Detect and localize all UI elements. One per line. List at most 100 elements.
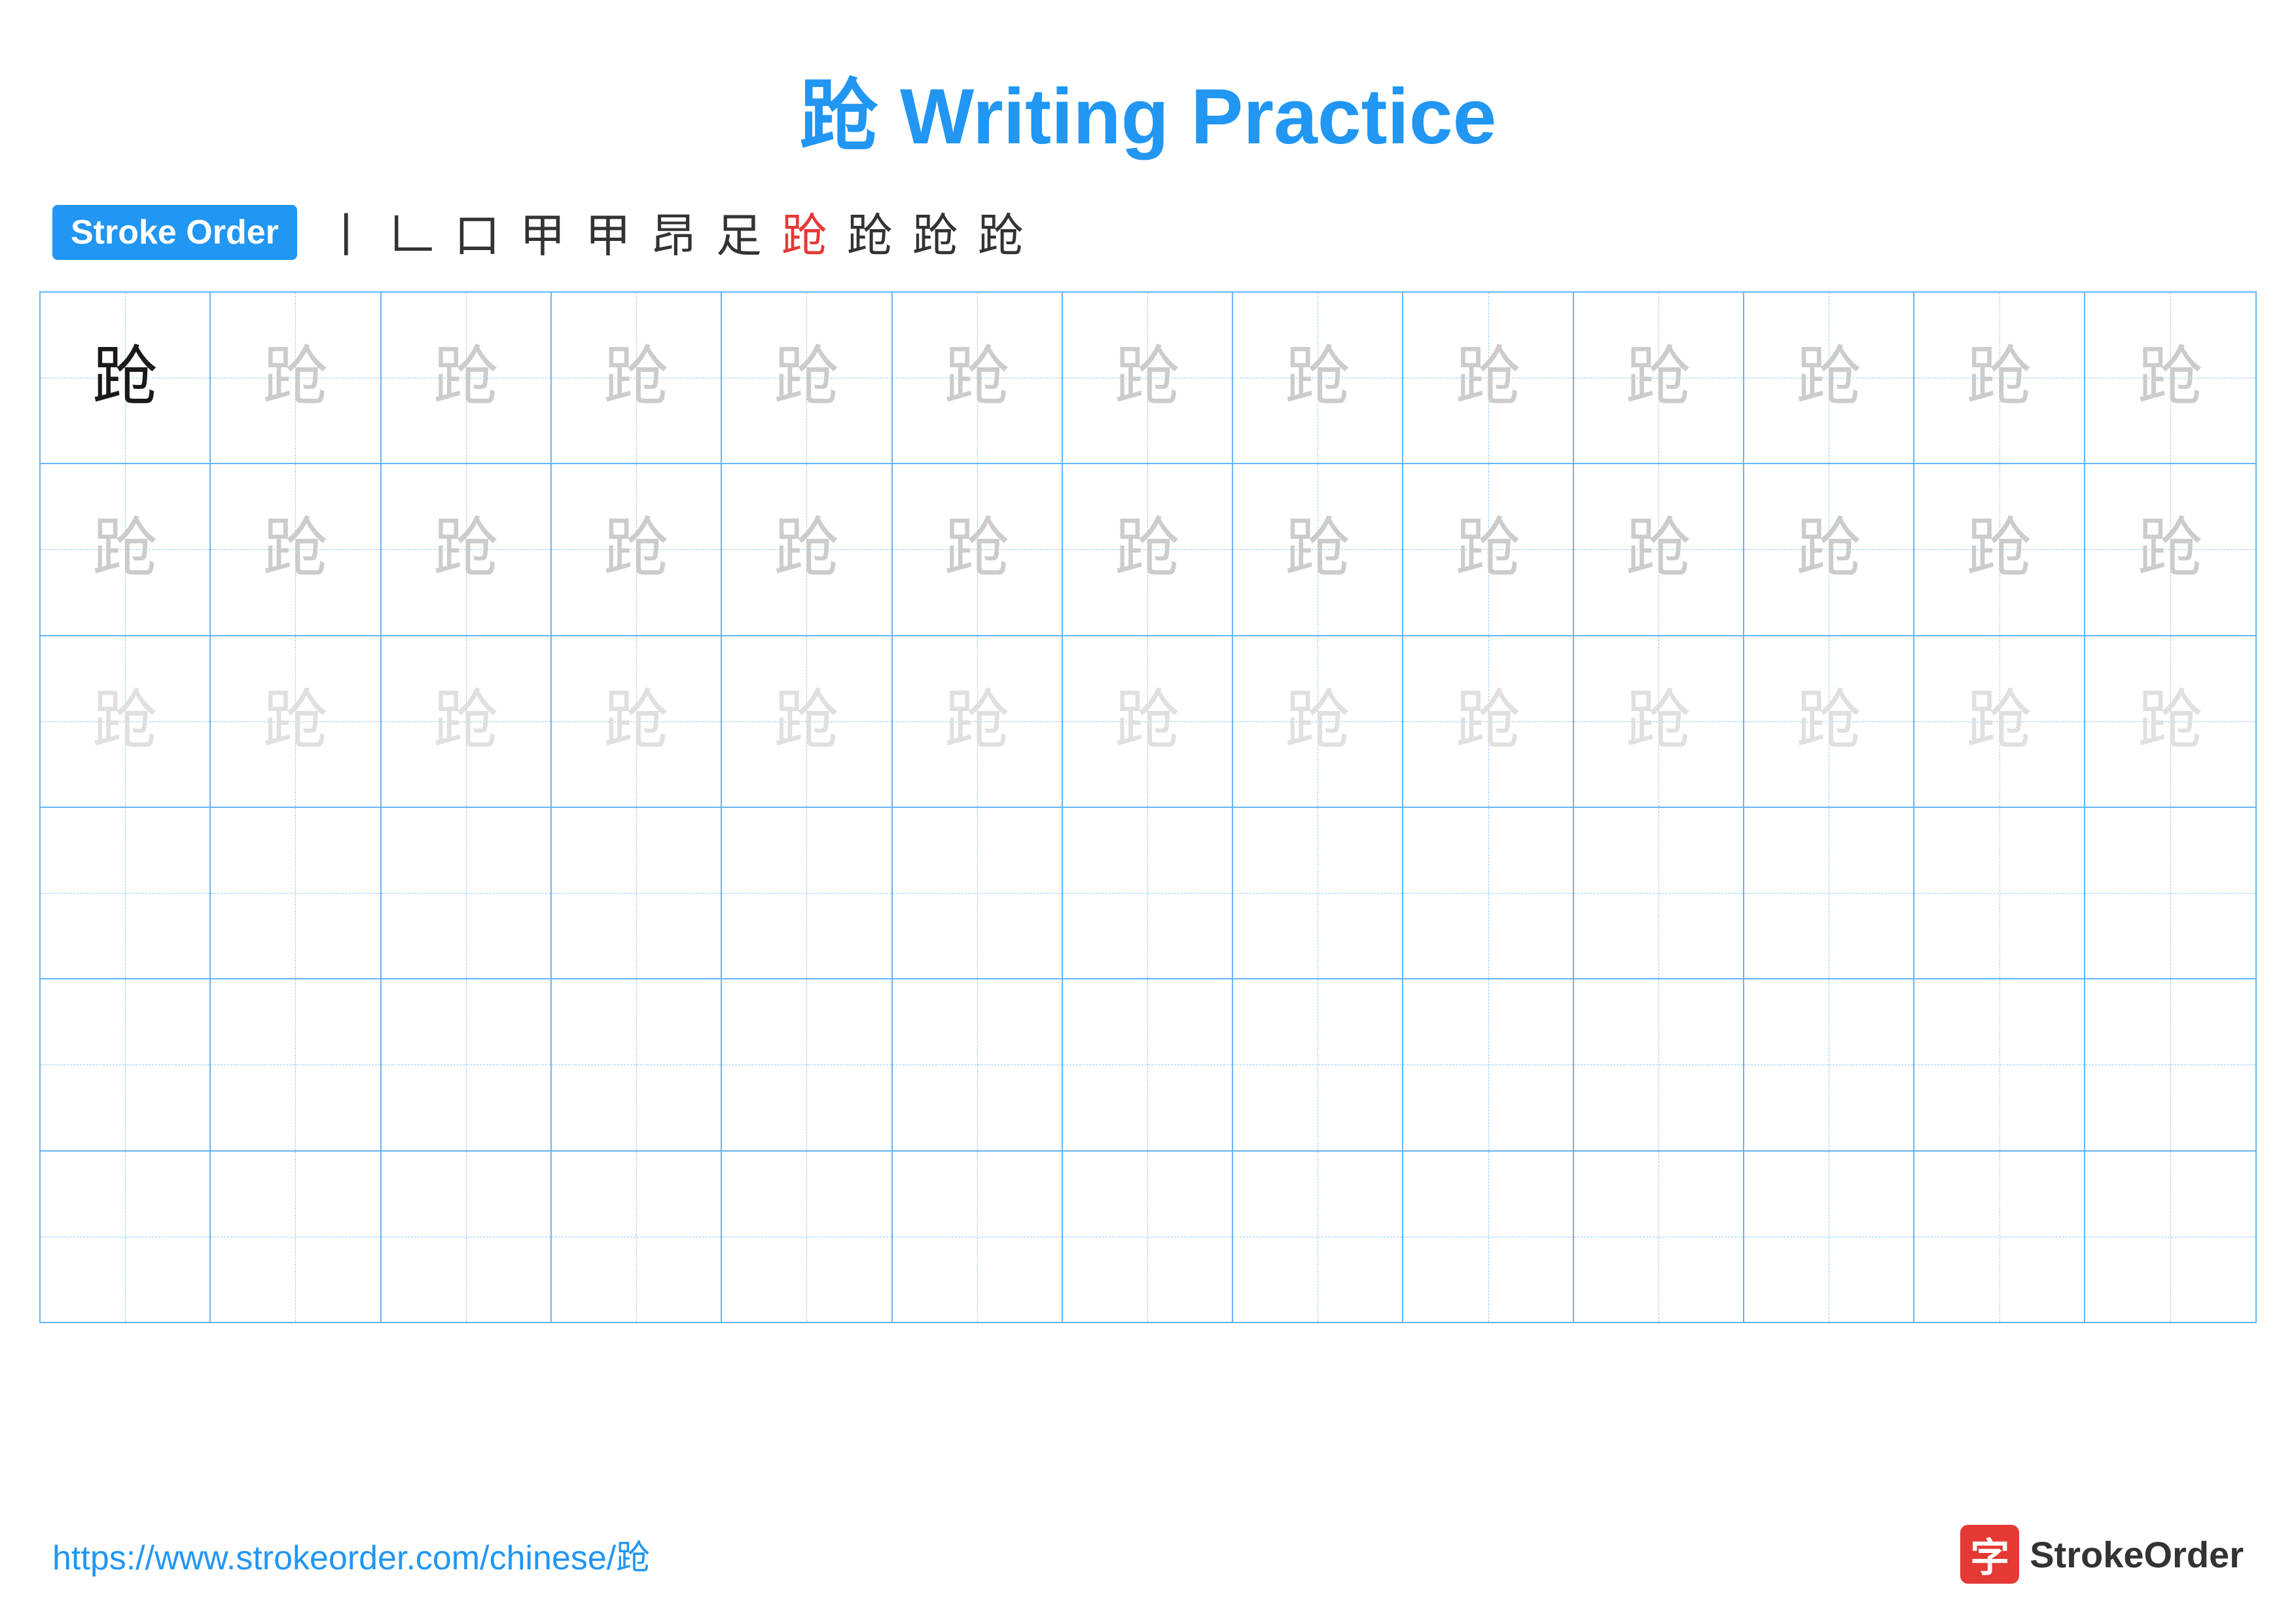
grid-cell[interactable] (1403, 979, 1573, 1150)
grid-cell[interactable]: 跄 (893, 293, 1063, 463)
footer-logo: 字 StrokeOrder (1960, 1525, 2244, 1584)
grid-cell[interactable]: 跄 (722, 636, 892, 807)
practice-char: 跄 (1796, 689, 1861, 754)
grid-cell[interactable] (1574, 1152, 1744, 1322)
grid-cell[interactable]: 跄 (1063, 636, 1233, 807)
grid-cell[interactable] (211, 1152, 381, 1322)
practice-char: 跄 (262, 689, 328, 754)
grid-cell[interactable] (552, 979, 722, 1150)
grid-cell[interactable] (1063, 808, 1233, 978)
grid-cell[interactable] (1574, 808, 1744, 978)
grid-row-5 (41, 979, 2255, 1151)
grid-cell[interactable]: 跄 (41, 636, 211, 807)
grid-cell[interactable] (382, 808, 552, 978)
grid-cell[interactable] (382, 979, 552, 1150)
grid-cell[interactable] (1403, 1152, 1573, 1322)
logo-text: StrokeOrder (2030, 1533, 2244, 1576)
grid-cell[interactable]: 跄 (211, 293, 381, 463)
grid-cell[interactable]: 跄 (1574, 464, 1744, 634)
grid-cell[interactable] (722, 1152, 892, 1322)
grid-row-4 (41, 808, 2255, 979)
grid-cell[interactable]: 跄 (722, 464, 892, 634)
grid-cell[interactable]: 跄 (1403, 293, 1573, 463)
grid-cell[interactable]: 跄 (552, 464, 722, 634)
stroke-3: 口 (454, 199, 500, 265)
grid-cell[interactable] (1063, 1152, 1233, 1322)
grid-cell[interactable]: 跄 (2085, 293, 2255, 463)
practice-char: 跄 (944, 689, 1010, 754)
practice-char: 跄 (1285, 517, 1350, 582)
grid-cell[interactable] (2085, 1152, 2255, 1322)
grid-row-1: 跄 跄 跄 跄 跄 跄 跄 跄 跄 跄 跄 跄 (41, 293, 2255, 464)
grid-cell[interactable]: 跄 (1063, 293, 1233, 463)
grid-cell[interactable]: 跄 (2085, 636, 2255, 807)
grid-cell[interactable]: 跄 (382, 464, 552, 634)
grid-cell[interactable]: 跄 (552, 636, 722, 807)
grid-cell[interactable]: 跄 (1574, 636, 1744, 807)
practice-char: 跄 (433, 689, 499, 754)
grid-cell[interactable] (41, 979, 211, 1150)
grid-cell[interactable]: 跄 (1744, 293, 1914, 463)
grid-cell[interactable] (893, 808, 1063, 978)
grid-cell[interactable]: 跄 (1233, 636, 1403, 807)
grid-cell[interactable] (1744, 808, 1914, 978)
grid-cell[interactable] (1233, 979, 1403, 1150)
grid-cell[interactable] (1914, 808, 2085, 978)
grid-cell[interactable]: 跄 (1233, 464, 1403, 634)
grid-cell[interactable] (1403, 808, 1573, 978)
grid-cell[interactable] (552, 1152, 722, 1322)
grid-cell[interactable]: 跄 (1744, 464, 1914, 634)
practice-char: 跄 (92, 689, 158, 754)
grid-cell[interactable] (1233, 1152, 1403, 1322)
grid-cell[interactable] (41, 1152, 211, 1322)
grid-cell[interactable]: 跄 (382, 636, 552, 807)
grid-cell[interactable]: 跄 (1914, 464, 2085, 634)
grid-cell[interactable]: 跄 (1744, 636, 1914, 807)
grid-cell[interactable] (893, 1152, 1063, 1322)
grid-cell[interactable]: 跄 (1403, 636, 1573, 807)
footer: https://www.strokeorder.com/chinese/跄 字 … (0, 1525, 2296, 1584)
grid-cell[interactable] (1914, 1152, 2085, 1322)
footer-url[interactable]: https://www.strokeorder.com/chinese/跄 (52, 1530, 650, 1579)
grid-cell[interactable] (2085, 979, 2255, 1150)
grid-cell[interactable] (722, 979, 892, 1150)
stroke-6: 昂 (651, 199, 696, 265)
grid-cell[interactable] (722, 808, 892, 978)
practice-char: 跄 (262, 345, 328, 410)
grid-cell[interactable]: 跄 (41, 293, 211, 463)
grid-cell[interactable] (893, 979, 1063, 1150)
grid-cell[interactable]: 跄 (382, 293, 552, 463)
grid-cell[interactable] (2085, 808, 2255, 978)
grid-cell[interactable] (552, 808, 722, 978)
grid-cell[interactable] (1744, 979, 1914, 1150)
practice-char: 跄 (1626, 517, 1691, 582)
grid-cell[interactable]: 跄 (1063, 464, 1233, 634)
grid-cell[interactable]: 跄 (1403, 464, 1573, 634)
title-char: 跄 (800, 73, 878, 160)
grid-cell[interactable] (1914, 979, 2085, 1150)
grid-cell[interactable] (1744, 1152, 1914, 1322)
grid-cell[interactable]: 跄 (722, 293, 892, 463)
stroke-2: 𠃊 (389, 199, 435, 265)
grid-cell[interactable]: 跄 (893, 464, 1063, 634)
grid-cell[interactable]: 跄 (2085, 464, 2255, 634)
grid-cell[interactable]: 跄 (41, 464, 211, 634)
grid-cell[interactable] (41, 808, 211, 978)
practice-char: 跄 (262, 517, 328, 582)
grid-cell[interactable]: 跄 (1233, 293, 1403, 463)
stroke-sequence: 丨 𠃊 口 甲 甲 昂 足 跄 跄 跄 跄 (323, 199, 1024, 265)
grid-cell[interactable]: 跄 (893, 636, 1063, 807)
grid-cell[interactable]: 跄 (1914, 293, 2085, 463)
grid-cell[interactable]: 跄 (211, 464, 381, 634)
grid-cell[interactable] (382, 1152, 552, 1322)
grid-cell[interactable] (211, 808, 381, 978)
grid-cell[interactable]: 跄 (1914, 636, 2085, 807)
grid-cell[interactable]: 跄 (211, 636, 381, 807)
grid-cell[interactable]: 跄 (552, 293, 722, 463)
grid-cell[interactable]: 跄 (1574, 293, 1744, 463)
grid-cell[interactable] (1063, 979, 1233, 1150)
grid-cell[interactable] (211, 979, 381, 1150)
grid-cell[interactable] (1574, 979, 1744, 1150)
logo-icon: 字 (1960, 1525, 2019, 1584)
grid-cell[interactable] (1233, 808, 1403, 978)
